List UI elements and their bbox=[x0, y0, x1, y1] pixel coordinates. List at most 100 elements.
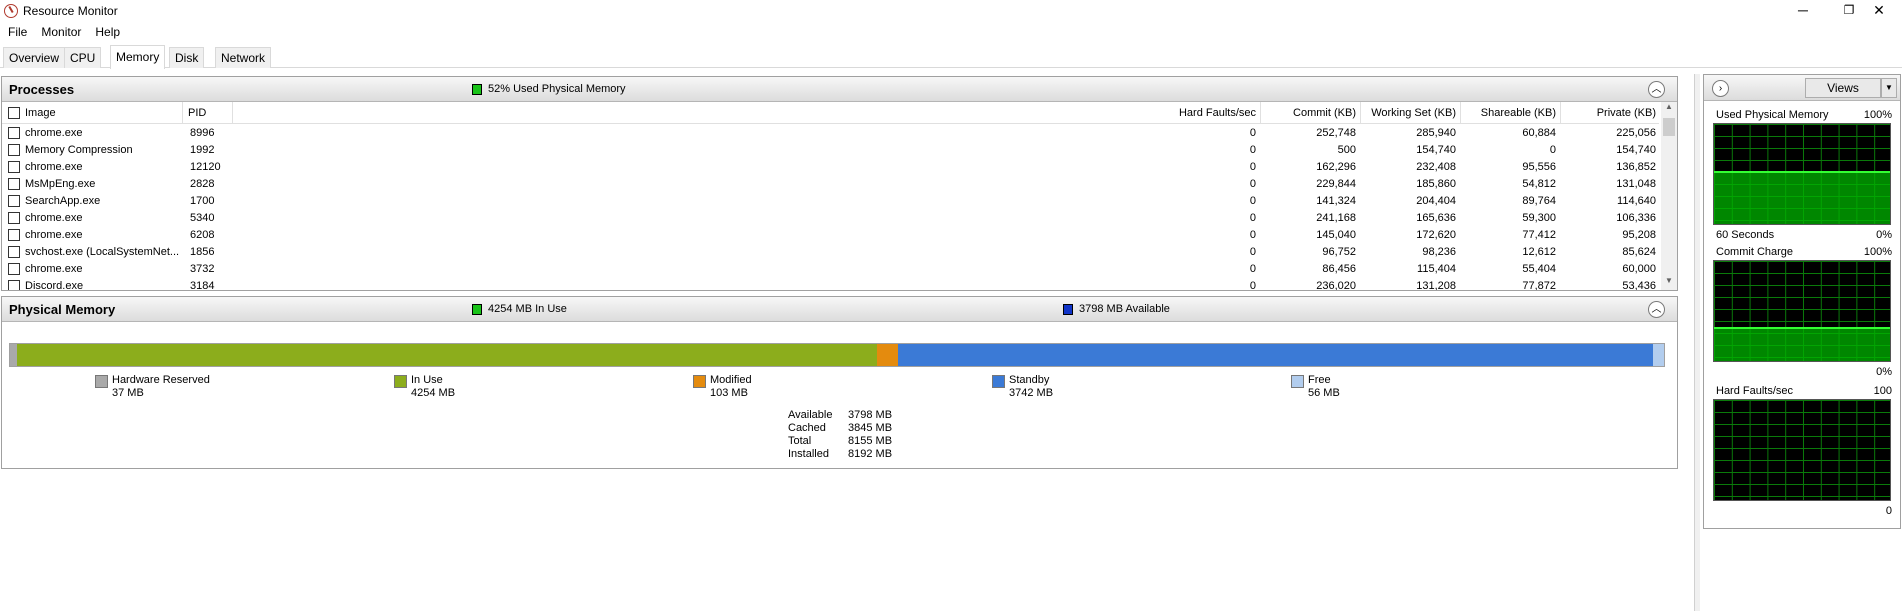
menu-file[interactable]: File bbox=[0, 22, 33, 39]
row-checkbox[interactable] bbox=[8, 246, 20, 258]
stat-value: 8192 MB bbox=[848, 448, 893, 460]
stat-value: 3845 MB bbox=[848, 422, 893, 434]
tab-strip: Overview CPU Memory Disk Network bbox=[0, 45, 1902, 69]
tab-cpu[interactable]: CPU bbox=[64, 47, 102, 68]
table-row[interactable]: Memory Compression 1992 0 500 154,740 0 154,74… bbox=[2, 142, 1659, 159]
legend-value: 56 MB bbox=[1308, 387, 1340, 399]
col-shareable[interactable]: Shareable (KB) bbox=[1462, 107, 1556, 119]
row-checkbox[interactable] bbox=[8, 280, 20, 290]
graph-footer-left: 60 Seconds bbox=[1716, 229, 1775, 241]
processes-rows: chrome.exe 8996 0 252,748 285,940 60,884 225,0… bbox=[2, 125, 1659, 290]
row-checkbox[interactable] bbox=[8, 195, 20, 207]
tab-overview[interactable]: Overview bbox=[3, 47, 66, 68]
cell-shareable: 59,300 bbox=[1522, 212, 1556, 224]
scroll-up-icon[interactable]: ▲ bbox=[1661, 102, 1677, 116]
graph-title: Used Physical Memory bbox=[1716, 109, 1829, 121]
stat-label: Total bbox=[788, 435, 812, 447]
physical-memory-header[interactable]: Physical Memory 4254 MB In Use 3798 MB A… bbox=[2, 297, 1677, 322]
memory-stats: Available 3798 MB Cached 3845 MB Total 8155 M… bbox=[788, 409, 908, 461]
table-row[interactable]: chrome.exe 8996 0 252,748 285,940 60,884 225,0… bbox=[2, 125, 1659, 142]
legend-value: 103 MB bbox=[710, 387, 748, 399]
collapse-graphs-icon[interactable]: › bbox=[1712, 80, 1729, 97]
cell-hard-faults: 0 bbox=[1249, 127, 1256, 139]
collapse-processes-icon[interactable]: ︿ bbox=[1648, 81, 1665, 98]
legend-value: 37 MB bbox=[112, 387, 144, 399]
cell-image: Memory Compression bbox=[25, 144, 133, 156]
scroll-thumb[interactable] bbox=[1663, 118, 1675, 136]
cell-hard-faults: 0 bbox=[1249, 263, 1256, 275]
cell-image: SearchApp.exe bbox=[25, 195, 101, 207]
table-row[interactable]: chrome.exe 5340 0 241,168 165,636 59,300 106,3… bbox=[2, 210, 1659, 227]
cell-hard-faults: 0 bbox=[1249, 144, 1256, 156]
cell-working-set: 165,636 bbox=[1416, 212, 1456, 224]
col-image[interactable]: Image bbox=[25, 107, 56, 119]
cell-pid: 3184 bbox=[190, 280, 215, 290]
membar-free bbox=[1652, 344, 1664, 366]
menu-monitor[interactable]: Monitor bbox=[33, 22, 87, 39]
row-checkbox[interactable] bbox=[8, 212, 20, 224]
col-private[interactable]: Private (KB) bbox=[1562, 107, 1656, 119]
table-row[interactable]: chrome.exe 6208 0 145,040 172,620 77,412 95,20… bbox=[2, 227, 1659, 244]
cell-pid: 1856 bbox=[190, 246, 215, 258]
processes-scrollbar[interactable]: ▲ ▼ bbox=[1661, 102, 1677, 290]
cell-private: 95,208 bbox=[1622, 229, 1656, 241]
close-button[interactable]: ✕ bbox=[1856, 0, 1902, 22]
cell-private: 106,336 bbox=[1616, 212, 1656, 224]
collapse-physical-memory-icon[interactable]: ︿ bbox=[1648, 301, 1665, 318]
col-working-set[interactable]: Working Set (KB) bbox=[1362, 107, 1456, 119]
cell-working-set: 185,860 bbox=[1416, 178, 1456, 190]
scroll-down-icon[interactable]: ▼ bbox=[1661, 276, 1677, 290]
cell-working-set: 204,404 bbox=[1416, 195, 1456, 207]
views-dropdown-icon[interactable]: ▼ bbox=[1881, 78, 1897, 98]
cell-working-set: 115,404 bbox=[1417, 263, 1456, 275]
table-row[interactable]: chrome.exe 12120 0 162,296 232,408 95,556 136,… bbox=[2, 159, 1659, 176]
col-hard-faults[interactable]: Hard Faults/sec bbox=[1102, 107, 1256, 119]
table-row[interactable]: Discord.exe 3184 0 236,020 131,208 77,872 53,4… bbox=[2, 278, 1659, 290]
col-commit[interactable]: Commit (KB) bbox=[1262, 107, 1356, 119]
processes-header[interactable]: Processes 52% Used Physical Memory ︿ bbox=[2, 77, 1677, 102]
table-row[interactable]: SearchApp.exe 1700 0 141,324 204,404 89,764 11… bbox=[2, 193, 1659, 210]
cell-commit: 229,844 bbox=[1316, 178, 1356, 190]
table-row[interactable]: chrome.exe 3732 0 86,456 115,404 55,404 60,000 bbox=[2, 261, 1659, 278]
cell-private: 225,056 bbox=[1616, 127, 1656, 139]
pane-splitter[interactable] bbox=[1694, 74, 1700, 611]
cell-commit: 162,296 bbox=[1316, 161, 1356, 173]
minimize-button[interactable]: ─ bbox=[1780, 0, 1826, 22]
cell-shareable: 54,812 bbox=[1522, 178, 1556, 190]
row-checkbox[interactable] bbox=[8, 178, 20, 190]
cell-private: 85,624 bbox=[1622, 246, 1656, 258]
cell-working-set: 232,408 bbox=[1416, 161, 1456, 173]
legend-swatch bbox=[992, 375, 1005, 388]
resource-monitor-icon bbox=[4, 4, 18, 18]
cell-private: 154,740 bbox=[1616, 144, 1656, 156]
views-button[interactable]: Views bbox=[1805, 78, 1881, 98]
row-checkbox[interactable] bbox=[8, 161, 20, 173]
graph-canvas bbox=[1713, 260, 1891, 362]
stat-label: Cached bbox=[788, 422, 826, 434]
col-pid[interactable]: PID bbox=[188, 107, 206, 119]
cell-hard-faults: 0 bbox=[1249, 246, 1256, 258]
available-swatch bbox=[1063, 304, 1073, 315]
physical-memory-bar bbox=[9, 343, 1665, 367]
tab-disk[interactable]: Disk bbox=[169, 47, 205, 68]
row-checkbox[interactable] bbox=[8, 127, 20, 139]
cell-image: Discord.exe bbox=[25, 280, 84, 290]
legend-label: Free bbox=[1308, 374, 1331, 386]
tab-network[interactable]: Network bbox=[215, 47, 272, 68]
cell-shareable: 12,612 bbox=[1522, 246, 1556, 258]
row-checkbox[interactable] bbox=[8, 144, 20, 156]
cell-private: 136,852 bbox=[1616, 161, 1656, 173]
select-all-checkbox[interactable] bbox=[8, 107, 20, 119]
cell-shareable: 89,764 bbox=[1522, 195, 1556, 207]
membar-hardware-reserved bbox=[10, 344, 18, 366]
menu-help[interactable]: Help bbox=[87, 22, 126, 39]
row-checkbox[interactable] bbox=[8, 263, 20, 275]
graph-fill bbox=[1714, 328, 1890, 361]
tab-memory[interactable]: Memory bbox=[110, 45, 166, 69]
legend-label: Modified bbox=[710, 374, 752, 386]
stat-label: Available bbox=[788, 409, 833, 421]
row-checkbox[interactable] bbox=[8, 229, 20, 241]
table-row[interactable]: MsMpEng.exe 2828 0 229,844 185,860 54,812 131,… bbox=[2, 176, 1659, 193]
table-row[interactable]: svchost.exe (LocalSystemNet... 1856 0 96,75… bbox=[2, 244, 1659, 261]
menu-bar: File Monitor Help bbox=[0, 22, 126, 42]
